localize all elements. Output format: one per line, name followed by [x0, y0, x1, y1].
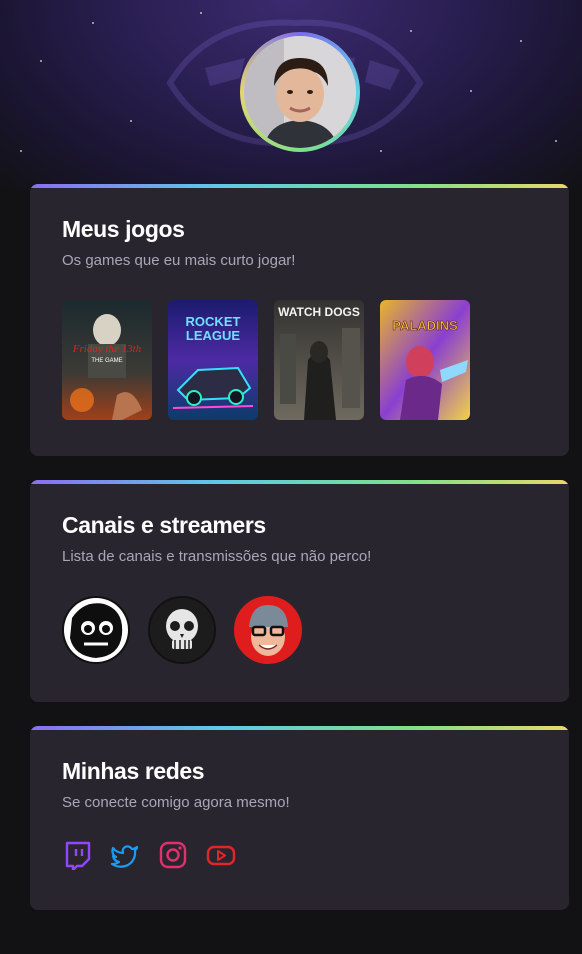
socials-list	[62, 840, 537, 870]
game-cover-friday-the-13th[interactable]: Friday the 13th THE GAME	[62, 300, 152, 420]
game-subtitle-text: THE GAME	[91, 358, 122, 364]
game-cover-rocket-league[interactable]: ROCKET LEAGUE	[168, 300, 258, 420]
game-cover-watch-dogs[interactable]: WATCH DOGS	[274, 300, 364, 420]
games-card: Meus jogos Os games que eu mais curto jo…	[30, 184, 569, 456]
channels-card: Canais e streamers Lista de canais e tra…	[30, 480, 569, 702]
games-list: Friday the 13th THE GAME ROCKET LEAGUE W…	[62, 300, 537, 420]
channel-avatar[interactable]	[234, 596, 302, 664]
twitch-icon[interactable]	[62, 840, 92, 870]
socials-subtitle: Se conecte comigo agora mesmo!	[62, 794, 290, 811]
games-title: Meus jogos	[62, 216, 185, 242]
game-subtitle-text: LEAGUE	[186, 328, 241, 343]
socials-title: Minhas redes	[62, 758, 205, 784]
games-subtitle: Os games que eu mais curto jogar!	[62, 252, 296, 269]
youtube-icon[interactable]	[206, 840, 236, 870]
game-title-text: PALADINS	[392, 318, 458, 333]
game-cover-paladins[interactable]: PALADINS	[380, 300, 470, 420]
game-title-text: WATCH DOGS	[278, 305, 360, 319]
channels-list	[62, 596, 537, 664]
avatar[interactable]	[240, 32, 360, 152]
profile-header	[0, 0, 582, 190]
profile-photo	[244, 36, 356, 148]
twitter-icon[interactable]	[110, 840, 140, 870]
socials-card: Minhas redes Se conecte comigo agora mes…	[30, 726, 569, 910]
game-title-text: ROCKET	[186, 314, 241, 329]
channel-avatar[interactable]	[62, 596, 130, 664]
channels-subtitle: Lista de canais e transmissões que não p…	[62, 548, 372, 565]
channels-title: Canais e streamers	[62, 512, 266, 538]
channel-avatar[interactable]	[148, 596, 216, 664]
game-title-text: Friday the 13th	[72, 343, 142, 355]
instagram-icon[interactable]	[158, 840, 188, 870]
